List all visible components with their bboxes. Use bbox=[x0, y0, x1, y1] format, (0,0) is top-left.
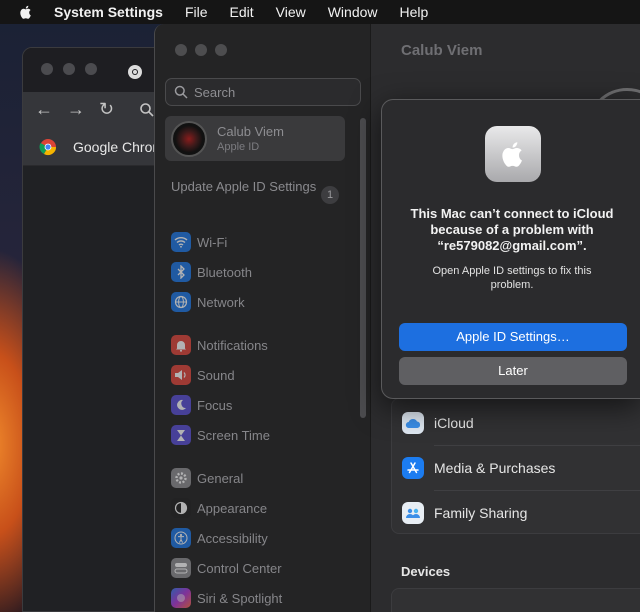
bluetooth-icon bbox=[171, 262, 191, 282]
chrome-zoom-button[interactable] bbox=[85, 63, 97, 75]
sidebar-item-wifi[interactable]: Wi-Fi bbox=[171, 230, 227, 254]
menu-view[interactable]: View bbox=[276, 4, 306, 20]
avatar bbox=[171, 120, 207, 157]
sidebar-item-label: Bluetooth bbox=[197, 264, 252, 280]
window-zoom-button[interactable] bbox=[215, 44, 227, 56]
row-divider bbox=[434, 445, 640, 446]
hourglass-icon bbox=[171, 425, 191, 445]
google-chrome-logo-icon bbox=[39, 138, 57, 155]
sidebar-item-sound[interactable]: Sound bbox=[171, 363, 235, 387]
search-input[interactable]: Search bbox=[165, 78, 361, 106]
sidebar-item-siri-spotlight[interactable]: Siri & Spotlight bbox=[171, 586, 282, 610]
sidebar-item-control-center[interactable]: Control Center bbox=[171, 556, 282, 580]
devices-group bbox=[391, 588, 640, 612]
sidebar-item-appearance[interactable]: Appearance bbox=[171, 496, 267, 520]
account-subtitle: Apple ID bbox=[217, 141, 260, 153]
appearance-icon bbox=[171, 498, 191, 518]
search-icon bbox=[174, 85, 188, 99]
apple-id-services-group: iCloud Media & Purchases Family Sharing bbox=[391, 398, 640, 534]
row-label: Family Sharing bbox=[434, 505, 528, 521]
menu-help[interactable]: Help bbox=[400, 4, 429, 20]
window-close-button[interactable] bbox=[175, 44, 187, 56]
sidebar-item-label: Screen Time bbox=[197, 427, 270, 443]
sidebar-item-label: Appearance bbox=[197, 500, 268, 516]
sidebar-item-label: Focus bbox=[197, 397, 233, 413]
sidebar-item-label: General bbox=[197, 470, 244, 486]
apple-id-settings-button[interactable]: Apple ID Settings… bbox=[399, 323, 627, 351]
menu-bar: System Settings File Edit View Window He… bbox=[0, 0, 640, 24]
gear-icon bbox=[171, 468, 191, 488]
sidebar-item-accessibility[interactable]: Accessibility bbox=[171, 526, 268, 550]
chrome-close-button[interactable] bbox=[41, 63, 53, 75]
sidebar-item-bluetooth[interactable]: Bluetooth bbox=[171, 260, 252, 284]
sidebar-item-label: Wi-Fi bbox=[197, 234, 228, 250]
dialog-message: Open Apple ID settings to fix this probl… bbox=[432, 265, 592, 291]
update-count-badge: 1 bbox=[321, 186, 339, 204]
account-name: Calub Viem bbox=[217, 124, 284, 139]
sidebar-item-focus[interactable]: Focus bbox=[171, 393, 232, 417]
menu-edit[interactable]: Edit bbox=[230, 4, 254, 20]
sidebar-item-label: Control Center bbox=[197, 560, 282, 576]
omnibox-search-icon[interactable] bbox=[139, 102, 155, 118]
chrome-minimize-button[interactable] bbox=[63, 63, 75, 75]
icloud-alert-dialog: This Mac can’t connect to iCloud because… bbox=[381, 99, 640, 399]
cloud-icon bbox=[402, 412, 424, 434]
menu-file[interactable]: File bbox=[185, 4, 208, 20]
row-divider bbox=[434, 490, 640, 491]
speaker-icon bbox=[171, 365, 191, 385]
row-icloud[interactable]: iCloud bbox=[402, 408, 474, 438]
sidebar-scrollbar[interactable] bbox=[360, 118, 366, 418]
control-center-icon bbox=[171, 558, 191, 578]
sidebar-item-label: Siri & Spotlight bbox=[197, 590, 283, 606]
forward-arrow-icon[interactable]: → bbox=[67, 99, 85, 120]
page-title: Calub Viem bbox=[401, 42, 483, 59]
bell-icon bbox=[171, 335, 191, 355]
app-store-icon bbox=[402, 457, 424, 479]
row-family-sharing[interactable]: Family Sharing bbox=[402, 498, 527, 528]
row-media-purchases[interactable]: Media & Purchases bbox=[402, 453, 555, 483]
moon-icon bbox=[171, 395, 191, 415]
accessibility-icon bbox=[171, 528, 191, 548]
settings-sidebar: Search Calub Viem Apple ID Update Apple … bbox=[155, 24, 371, 612]
siri-icon bbox=[171, 588, 191, 608]
row-label: iCloud bbox=[434, 415, 474, 431]
back-arrow-icon[interactable]: ← bbox=[35, 99, 53, 120]
reload-icon[interactable]: ↻ bbox=[99, 99, 114, 120]
system-settings-app-icon bbox=[485, 126, 541, 182]
sidebar-item-apple-id[interactable]: Calub Viem Apple ID bbox=[165, 116, 345, 161]
apple-logo-icon bbox=[502, 142, 522, 167]
chrome-tab-icon[interactable] bbox=[127, 64, 143, 80]
family-icon bbox=[402, 502, 424, 524]
wifi-icon bbox=[171, 232, 191, 252]
row-label: Media & Purchases bbox=[434, 460, 556, 476]
sidebar-item-general[interactable]: General bbox=[171, 466, 243, 490]
sidebar-item-update-apple-id[interactable]: Update Apple ID Settings bbox=[171, 179, 341, 195]
sidebar-item-notifications[interactable]: Notifications bbox=[171, 333, 268, 357]
window-minimize-button[interactable] bbox=[195, 44, 207, 56]
menu-app-name[interactable]: System Settings bbox=[54, 4, 163, 20]
sidebar-item-label: Notifications bbox=[197, 337, 268, 353]
dialog-title: This Mac can’t connect to iCloud because… bbox=[410, 206, 614, 253]
sidebar-item-label: Network bbox=[197, 294, 245, 310]
sidebar-item-label: Accessibility bbox=[197, 530, 268, 546]
later-button[interactable]: Later bbox=[399, 357, 627, 385]
sidebar-item-screen-time[interactable]: Screen Time bbox=[171, 423, 270, 447]
globe-icon bbox=[171, 292, 191, 312]
devices-heading: Devices bbox=[401, 564, 451, 579]
sidebar-item-label: Sound bbox=[197, 367, 235, 383]
search-placeholder: Search bbox=[194, 84, 236, 100]
apple-menu-icon[interactable] bbox=[18, 4, 34, 20]
sidebar-item-network[interactable]: Network bbox=[171, 290, 245, 314]
menu-window[interactable]: Window bbox=[328, 4, 378, 20]
